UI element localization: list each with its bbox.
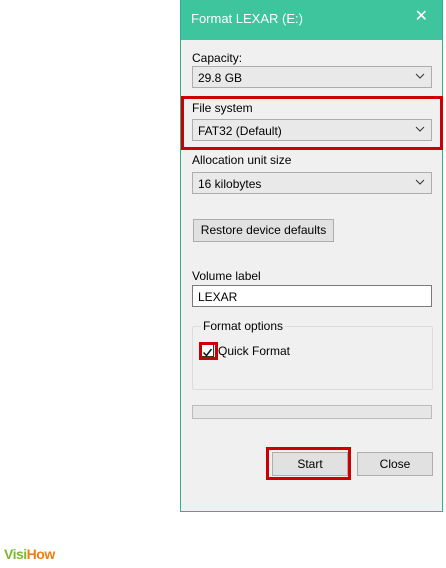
- format-options-legend: Format options: [201, 319, 286, 333]
- visihow-logo: VisiHow: [4, 546, 55, 562]
- chevron-down-icon: [415, 126, 425, 132]
- chevron-down-icon: [415, 179, 425, 185]
- logo-part-1: Visi: [4, 546, 27, 562]
- volume-label-label: Volume label: [192, 269, 261, 283]
- dialog-title: Format LEXAR (E:): [191, 11, 303, 26]
- logo-part-2: How: [26, 546, 56, 562]
- restore-defaults-button[interactable]: Restore device defaults: [193, 219, 334, 242]
- close-icon[interactable]: ✕: [415, 9, 428, 25]
- title-bar: Format LEXAR (E:) ✕: [181, 0, 442, 40]
- capacity-label: Capacity:: [192, 51, 243, 65]
- chevron-down-icon: [415, 73, 425, 79]
- format-progress-bar: [192, 405, 432, 419]
- allocation-unit-label: Allocation unit size: [192, 153, 292, 167]
- file-system-select[interactable]: FAT32 (Default): [192, 119, 432, 141]
- quick-format-label: Quick Format: [218, 344, 291, 358]
- volume-label-input[interactable]: LEXAR: [192, 285, 432, 307]
- volume-label-value: LEXAR: [198, 290, 238, 304]
- start-button[interactable]: Start: [272, 452, 348, 476]
- file-system-value: FAT32 (Default): [198, 124, 282, 138]
- quick-format-checkbox[interactable]: [201, 344, 214, 357]
- format-options-group: Format options: [192, 319, 433, 390]
- allocation-unit-value: 16 kilobytes: [198, 177, 262, 191]
- capacity-value: 29.8 GB: [198, 71, 243, 85]
- capacity-select[interactable]: 29.8 GB: [192, 66, 432, 88]
- close-button[interactable]: Close: [357, 452, 433, 476]
- format-dialog: Format LEXAR (E:) ✕ Capacity: 29.8 GB Fi…: [180, 0, 443, 512]
- allocation-unit-select[interactable]: 16 kilobytes: [192, 172, 432, 194]
- file-system-label: File system: [192, 101, 253, 115]
- checkmark-icon: [202, 348, 213, 357]
